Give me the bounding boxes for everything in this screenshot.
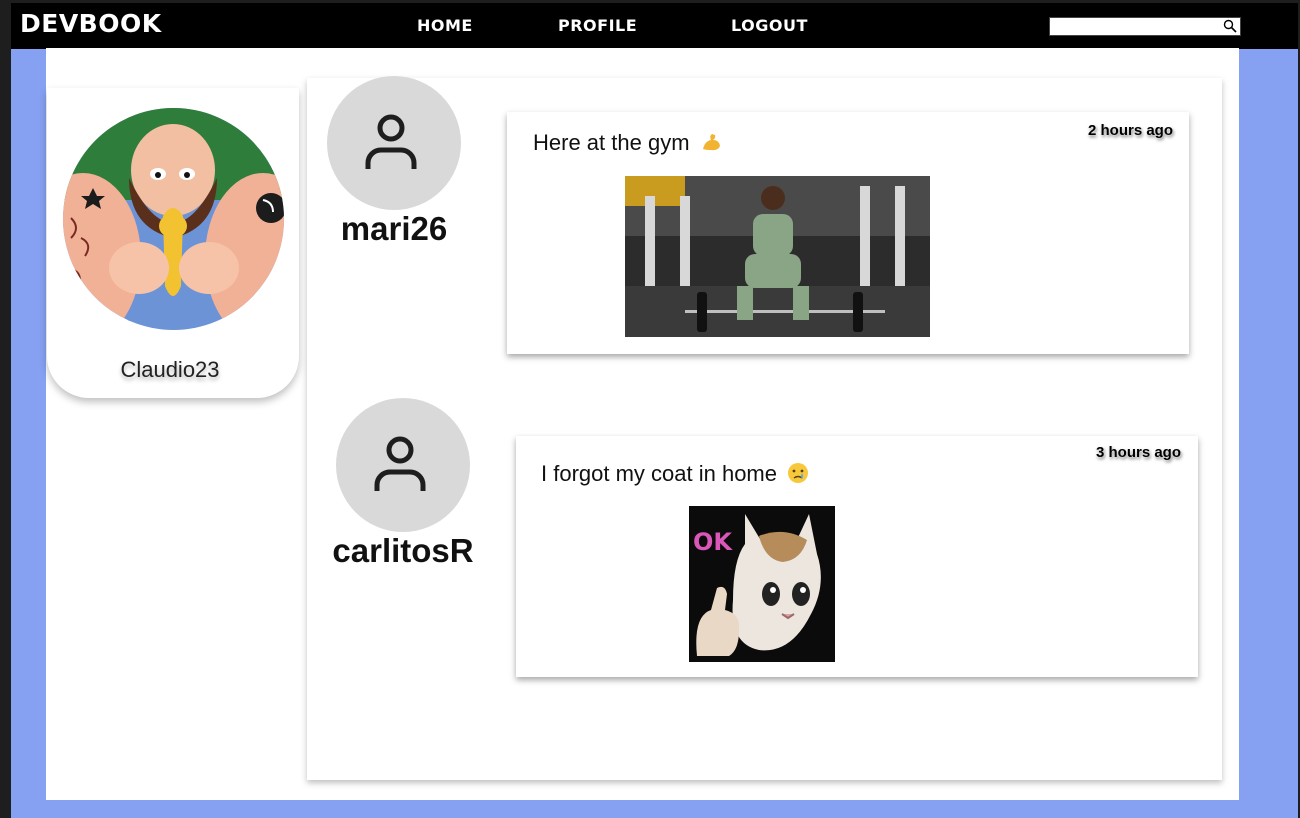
- post-text: I forgot my coat in home: [541, 461, 809, 487]
- post-author-name[interactable]: mari26: [327, 210, 461, 248]
- flexed-biceps-icon: [702, 134, 720, 151]
- nav-logout-link[interactable]: LOGOUT: [731, 16, 808, 35]
- profile-username[interactable]: Claudio23: [47, 357, 293, 383]
- ok-label: OK: [693, 528, 733, 556]
- user-icon: [365, 114, 417, 169]
- post-image-gym[interactable]: [625, 176, 930, 337]
- post-image-cat[interactable]: OK: [689, 506, 835, 662]
- nav-profile-link[interactable]: PROFILE: [558, 16, 637, 35]
- user-avatar-mari26[interactable]: [327, 76, 461, 210]
- post-text-content: Here at the gym: [533, 130, 690, 155]
- search-icon[interactable]: [1223, 19, 1237, 33]
- post-text-content: I forgot my coat in home: [541, 461, 777, 486]
- post-text: Here at the gym: [533, 130, 722, 156]
- post-timestamp: 3 hours ago: [1096, 444, 1182, 461]
- post-timestamp: 2 hours ago: [1088, 122, 1174, 139]
- search-box: [1049, 17, 1241, 36]
- search-input[interactable]: [1050, 18, 1220, 35]
- user-icon: [374, 436, 426, 491]
- post-author-name[interactable]: carlitosR: [324, 532, 482, 570]
- nav-home-link[interactable]: HOME: [417, 16, 473, 35]
- brand-logo[interactable]: DEVBOOK: [20, 9, 162, 38]
- profile-avatar[interactable]: [63, 108, 284, 330]
- user-avatar-carlitosR[interactable]: [336, 398, 470, 532]
- crying-face-icon: [788, 463, 809, 483]
- navbar: DEVBOOK HOME PROFILE LOGOUT: [11, 3, 1298, 49]
